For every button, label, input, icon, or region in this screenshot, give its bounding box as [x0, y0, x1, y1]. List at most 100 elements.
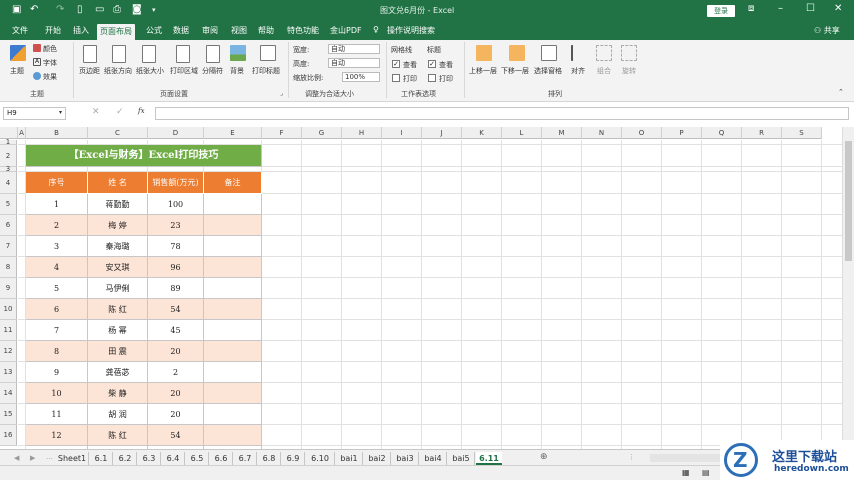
- column-header[interactable]: C: [88, 127, 148, 139]
- column-header[interactable]: H: [342, 127, 382, 139]
- table-cell[interactable]: 78: [148, 236, 204, 257]
- share-button[interactable]: ⚇ 共享: [814, 25, 840, 36]
- themes-icon[interactable]: [10, 45, 26, 61]
- table-cell[interactable]: 梅 婷: [88, 215, 148, 236]
- save-icon[interactable]: ▣: [12, 4, 21, 15]
- table-cell[interactable]: 3: [26, 236, 88, 257]
- margins-icon[interactable]: [83, 45, 97, 63]
- row-header[interactable]: 15: [0, 404, 17, 425]
- table-cell[interactable]: 54: [148, 425, 204, 446]
- row-header[interactable]: 14: [0, 383, 17, 404]
- formula-input[interactable]: [155, 107, 849, 120]
- orientation-icon[interactable]: [112, 45, 126, 63]
- column-header[interactable]: I: [382, 127, 422, 139]
- sheet-tab[interactable]: bai4: [420, 452, 446, 465]
- table-cell[interactable]: 7: [26, 320, 88, 341]
- table-cell[interactable]: [204, 278, 262, 299]
- column-header[interactable]: M: [542, 127, 582, 139]
- table-header-cell[interactable]: 序号: [26, 172, 88, 194]
- new-sheet-icon[interactable]: ⊕: [540, 452, 548, 462]
- rotate-button[interactable]: 旋转: [622, 66, 636, 76]
- table-cell[interactable]: [204, 404, 262, 425]
- table-cell[interactable]: 10: [26, 383, 88, 404]
- tell-me-search[interactable]: 操作说明搜索: [387, 25, 435, 36]
- sheet-tab[interactable]: 6.8: [258, 452, 280, 465]
- sheet-tab[interactable]: bai5: [448, 452, 474, 465]
- size-icon[interactable]: [142, 45, 156, 63]
- more-tabs-icon[interactable]: …: [46, 453, 53, 461]
- tab-special[interactable]: 特色功能: [287, 25, 319, 36]
- column-header[interactable]: D: [148, 127, 204, 139]
- table-cell[interactable]: 6: [26, 299, 88, 320]
- breaks-button[interactable]: 分隔符: [202, 66, 223, 76]
- table-cell[interactable]: 陈 红: [88, 299, 148, 320]
- table-cell[interactable]: 100: [148, 194, 204, 215]
- align-icon[interactable]: [571, 45, 585, 61]
- headings-view-checkbox[interactable]: ✓: [428, 60, 436, 68]
- table-header-cell[interactable]: 备注: [204, 172, 262, 194]
- table-cell[interactable]: 马伊俐: [88, 278, 148, 299]
- column-header[interactable]: A: [18, 127, 26, 139]
- table-cell[interactable]: 11: [26, 404, 88, 425]
- themes-button[interactable]: 主题: [10, 66, 24, 76]
- print-area-icon[interactable]: [176, 45, 190, 63]
- table-cell[interactable]: [204, 362, 262, 383]
- print-area-button[interactable]: 打印区域: [170, 66, 198, 76]
- new-file-icon[interactable]: ▯: [77, 4, 83, 15]
- table-cell[interactable]: 陈 红: [88, 425, 148, 446]
- bring-forward-icon[interactable]: [476, 45, 492, 61]
- table-title[interactable]: 【Excel与财务】Excel打印技巧: [26, 145, 262, 167]
- size-button[interactable]: 纸张大小: [136, 66, 164, 76]
- ribbon-display-icon[interactable]: ⧈: [748, 3, 754, 14]
- table-cell[interactable]: 胡 润: [88, 404, 148, 425]
- table-cell[interactable]: 20: [148, 404, 204, 425]
- table-cell[interactable]: [204, 425, 262, 446]
- vertical-scrollbar[interactable]: [842, 127, 854, 449]
- sheet-tab[interactable]: 6.11: [476, 452, 502, 465]
- table-cell[interactable]: 5: [26, 278, 88, 299]
- row-header[interactable]: 6: [0, 215, 17, 236]
- row-header[interactable]: 9: [0, 278, 17, 299]
- table-cell[interactable]: [204, 236, 262, 257]
- table-cell[interactable]: 田 震: [88, 341, 148, 362]
- width-select[interactable]: 自动: [328, 44, 380, 54]
- column-header[interactable]: J: [422, 127, 462, 139]
- sheet-tab[interactable]: 6.2: [114, 452, 136, 465]
- page-layout-view-icon[interactable]: ▤: [702, 468, 710, 477]
- column-header[interactable]: E: [204, 127, 262, 139]
- customize-qat-icon[interactable]: ▾: [152, 6, 156, 14]
- page-setup-launcher-icon[interactable]: ⌟: [280, 90, 283, 97]
- row-header[interactable]: 7: [0, 236, 17, 257]
- column-header[interactable]: P: [662, 127, 702, 139]
- row-header[interactable]: 16: [0, 425, 17, 446]
- column-header[interactable]: L: [502, 127, 542, 139]
- enter-icon[interactable]: ✓: [116, 107, 124, 117]
- send-backward-icon[interactable]: [509, 45, 525, 61]
- tab-kingsoft-pdf[interactable]: 金山PDF: [330, 25, 362, 36]
- open-icon[interactable]: ▭: [95, 4, 104, 15]
- name-box[interactable]: H9: [3, 107, 66, 120]
- column-header[interactable]: F: [262, 127, 302, 139]
- fonts-button[interactable]: 字体: [43, 58, 57, 68]
- table-cell[interactable]: 45: [148, 320, 204, 341]
- sheet-tab[interactable]: 6.7: [234, 452, 256, 465]
- sheet-tab[interactable]: bai1: [336, 452, 362, 465]
- table-cell[interactable]: 96: [148, 257, 204, 278]
- table-cell[interactable]: 1: [26, 194, 88, 215]
- colors-button[interactable]: 颜色: [43, 44, 57, 54]
- table-cell[interactable]: [204, 257, 262, 278]
- tab-home[interactable]: 开始: [45, 25, 61, 36]
- row-header[interactable]: 5: [0, 194, 17, 215]
- tab-insert[interactable]: 插入: [73, 25, 89, 36]
- table-cell[interactable]: 20: [148, 383, 204, 404]
- sheet-tab[interactable]: Sheet1: [56, 452, 88, 465]
- background-button[interactable]: 背景: [230, 66, 244, 76]
- table-cell[interactable]: 2: [26, 215, 88, 236]
- table-header-cell[interactable]: 销售额(万元): [148, 172, 204, 194]
- table-cell[interactable]: 龚蓓苾: [88, 362, 148, 383]
- cancel-icon[interactable]: ✕: [92, 107, 100, 117]
- table-cell[interactable]: 23: [148, 215, 204, 236]
- print-titles-button[interactable]: 打印标题: [252, 66, 280, 76]
- column-header[interactable]: S: [782, 127, 822, 139]
- table-cell[interactable]: 89: [148, 278, 204, 299]
